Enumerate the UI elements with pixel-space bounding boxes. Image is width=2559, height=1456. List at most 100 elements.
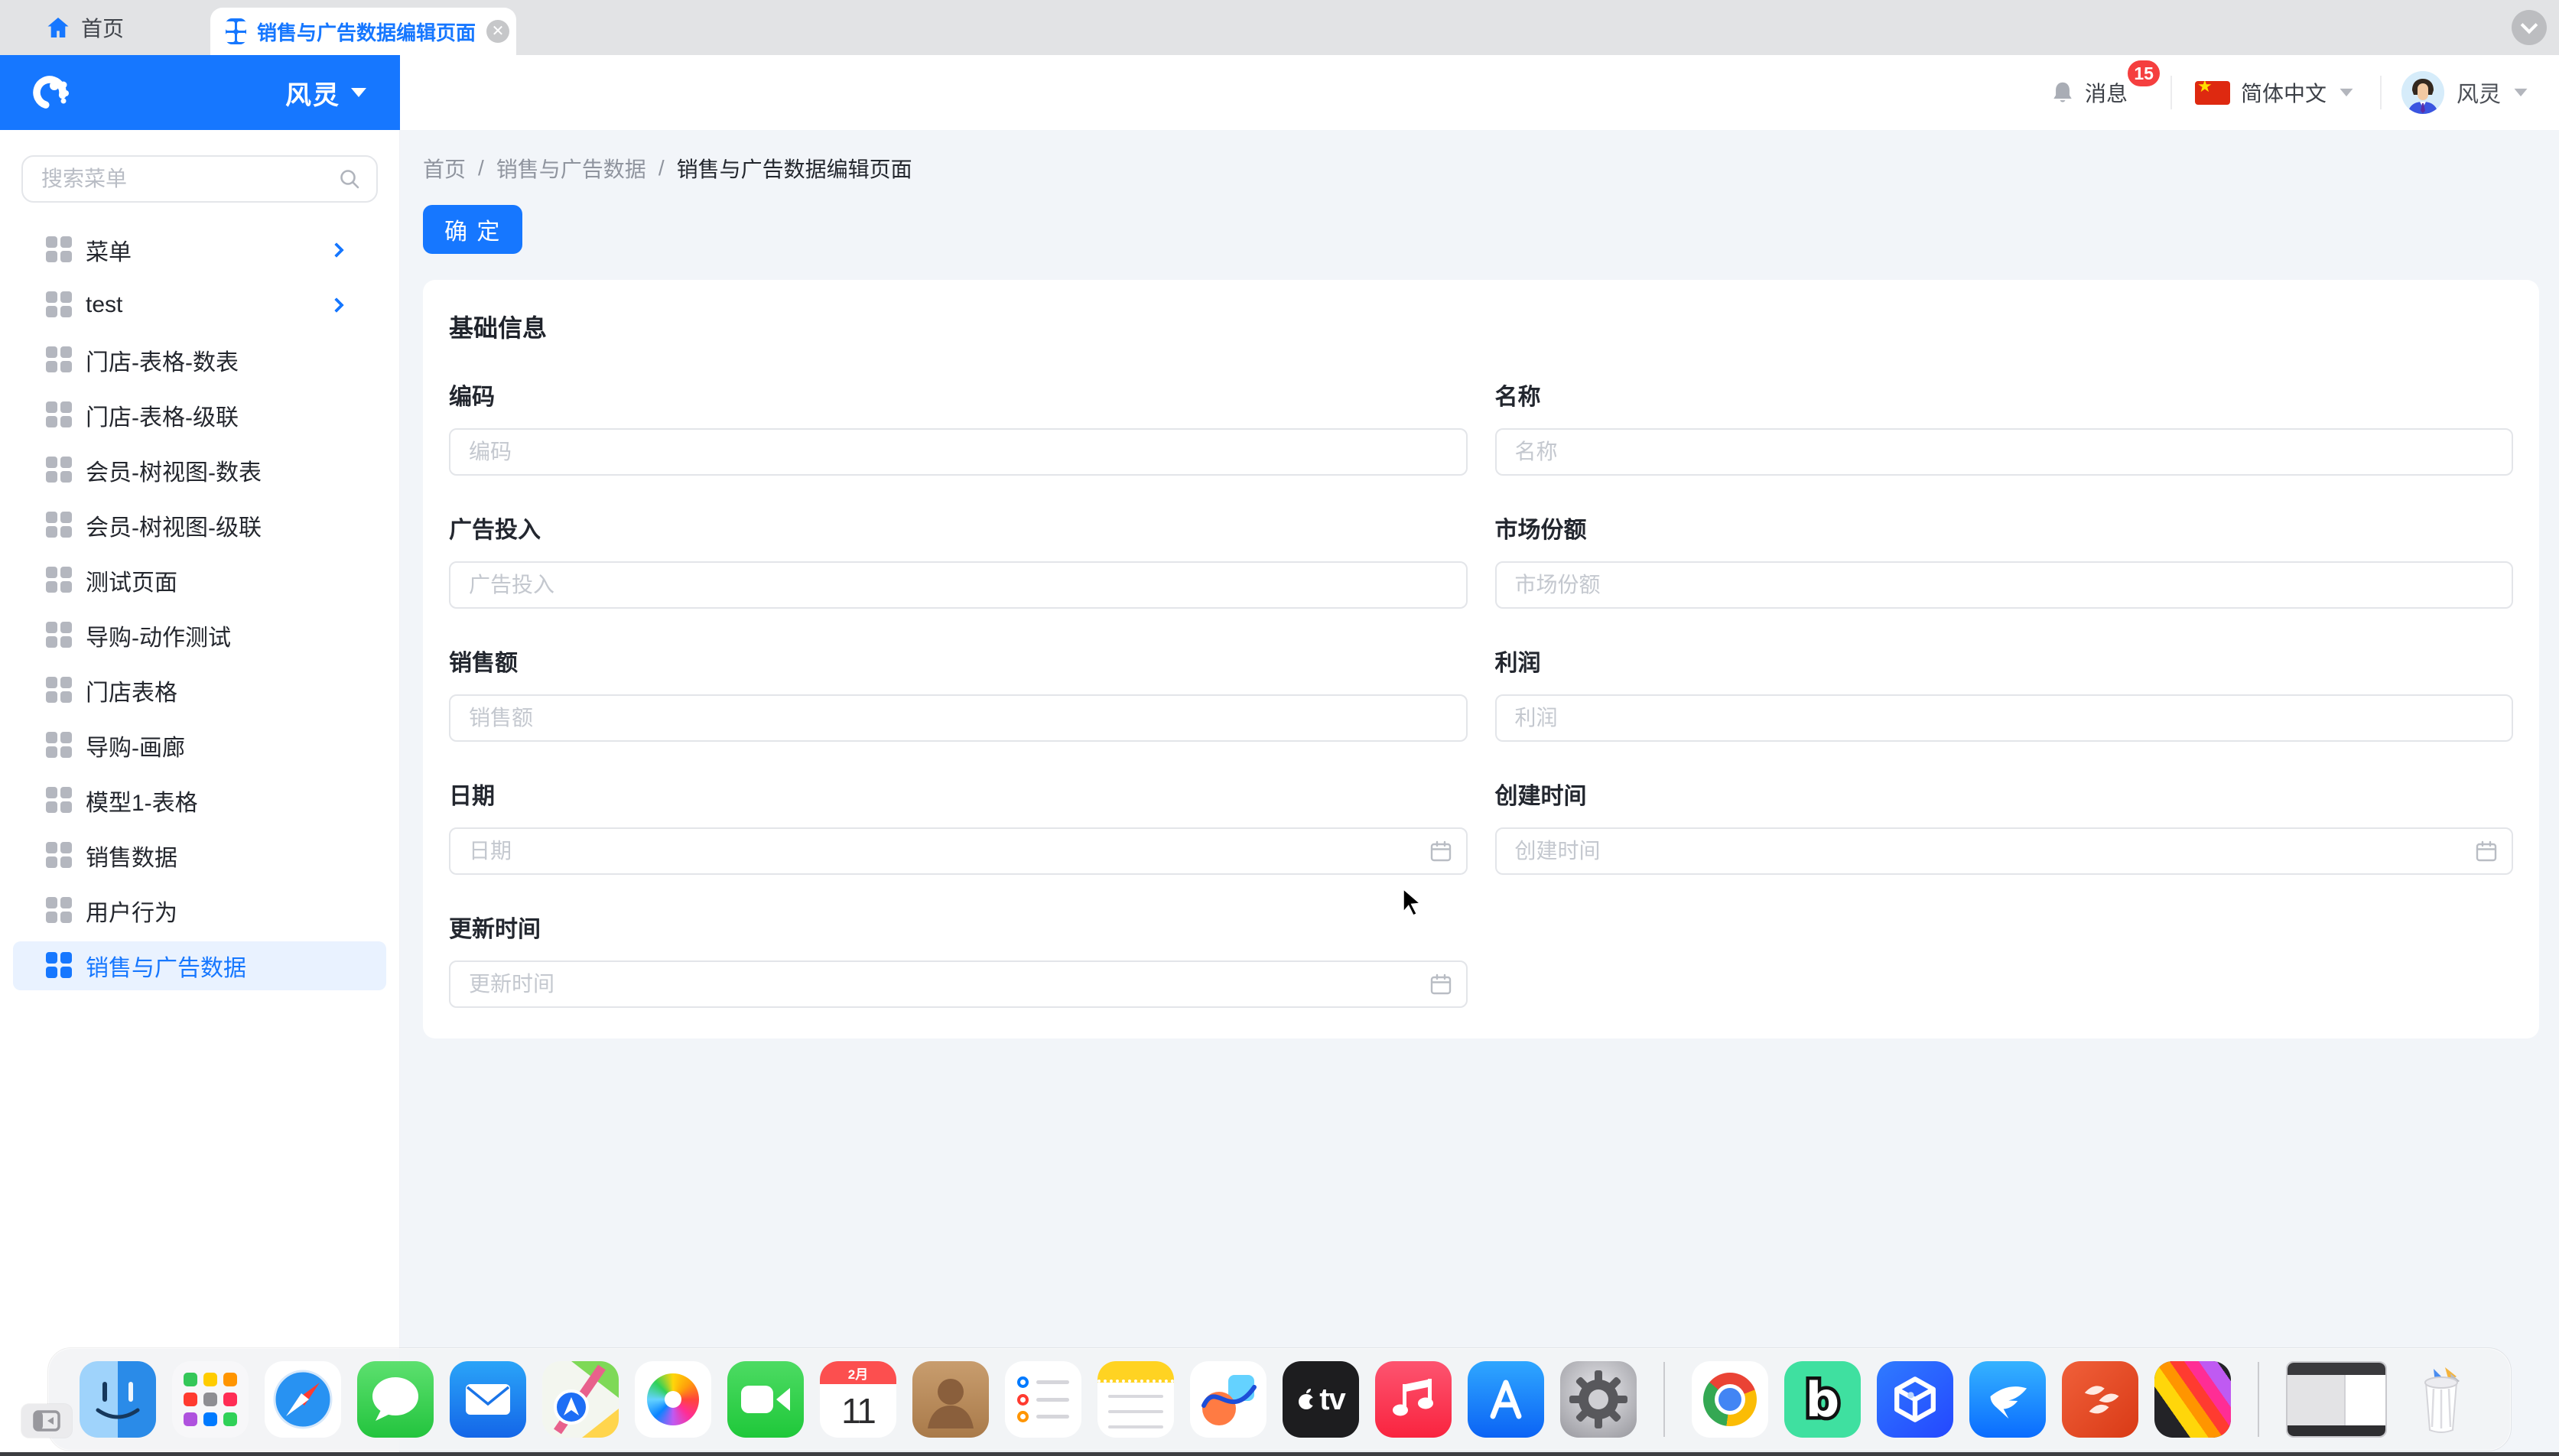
dock-icon-dingtalk[interactable]	[1969, 1361, 2046, 1438]
sidebar-item-sales-ad-data[interactable]: 销售与广告数据	[13, 941, 386, 990]
profit-input[interactable]	[1495, 694, 2514, 742]
dock-icon-messages[interactable]	[357, 1361, 434, 1438]
apple-logo-icon	[1296, 1387, 1316, 1412]
dock-icon-reminders[interactable]	[1005, 1361, 1081, 1438]
dock-divider	[2258, 1362, 2259, 1437]
dock-icon-freeform[interactable]	[1190, 1361, 1266, 1438]
sidebar-item-store-table-sheet[interactable]: 门店-表格-数表	[13, 336, 386, 385]
field-code: 编码	[449, 378, 1468, 476]
breadcrumb-sales-ad-data[interactable]: 销售与广告数据	[496, 153, 646, 184]
dock-icon-orange-petal-app[interactable]	[2062, 1361, 2138, 1438]
tab-overview-button[interactable]	[2512, 10, 2547, 45]
sidebar-item-user-behavior[interactable]: 用户行为	[13, 886, 386, 935]
sidebar-item-sales-data[interactable]: 销售数据	[13, 831, 386, 880]
dock-icon-photos[interactable]	[635, 1361, 711, 1438]
brand-caret-down-icon	[351, 88, 366, 97]
dock-icon-music[interactable]	[1375, 1361, 1452, 1438]
dock-icon-app-store[interactable]	[1468, 1361, 1544, 1438]
dock-icon-launchpad[interactable]	[172, 1361, 249, 1438]
dock-divider	[1663, 1362, 1665, 1437]
sidebar-item-test[interactable]: test	[13, 281, 386, 330]
safari-compass	[265, 1361, 341, 1438]
search-input[interactable]	[41, 167, 338, 191]
dock-minimized-window[interactable]	[2286, 1361, 2387, 1438]
dock-icon-calendar[interactable]: 2月 11	[820, 1361, 896, 1438]
dock-icon-green-b-video[interactable]: b	[1784, 1361, 1861, 1438]
dock-icon-blue-cube-app[interactable]	[1877, 1361, 1953, 1438]
chevron-down-icon	[2521, 16, 2538, 34]
dock-icon-chrome[interactable]	[1692, 1361, 1768, 1438]
app-logo-icon	[29, 72, 70, 113]
username-label: 风灵	[2457, 76, 2501, 109]
chevron-right-icon	[329, 297, 344, 313]
calendar-icon	[1429, 973, 1452, 996]
sidebar-item-member-tree-cascade[interactable]: 会员-树视图-级联	[13, 501, 386, 550]
ad-spend-input[interactable]	[449, 561, 1468, 609]
breadcrumb: 首页 / 销售与广告数据 / 销售与广告数据编辑页面	[400, 130, 2559, 184]
language-selector[interactable]: ★ 简体中文	[2195, 77, 2354, 108]
wing-icon	[1982, 1374, 2033, 1425]
dock-icon-mail[interactable]	[450, 1361, 526, 1438]
appletv-label: tv	[1319, 1383, 1345, 1417]
sidebar-item-guide-action-test[interactable]: 导购-动作测试	[13, 611, 386, 660]
sidebar-item-guide-gallery[interactable]: 导购-画廊	[13, 721, 386, 770]
messages-badge: 15	[2126, 59, 2161, 88]
dock-icon-safari[interactable]	[265, 1361, 341, 1438]
dock-icon-system-settings[interactable]	[1560, 1361, 1637, 1438]
basic-info-card: 基础信息 编码 名称 广告投入 市场份额 销售额	[423, 280, 2539, 1038]
user-menu[interactable]: 风灵	[2401, 71, 2528, 114]
dock-icon-notes[interactable]	[1097, 1361, 1174, 1438]
market-share-input[interactable]	[1495, 561, 2514, 609]
main-content: 首页 / 销售与广告数据 / 销售与广告数据编辑页面 确 定 基础信息 编码 名…	[400, 130, 2559, 1456]
messages-button[interactable]: 消息 15	[2050, 77, 2128, 108]
sales-input[interactable]	[449, 694, 1468, 742]
field-updated-at: 更新时间	[449, 910, 1468, 1008]
edge-panel-toggle-button[interactable]	[21, 1404, 72, 1438]
appstore-a-icon	[1468, 1361, 1544, 1438]
bell-icon	[2050, 80, 2076, 106]
brand-name[interactable]: 风灵	[285, 74, 340, 112]
language-label: 简体中文	[2241, 77, 2327, 108]
dock-icon-finder[interactable]	[80, 1361, 156, 1438]
dock-icon-maps[interactable]	[542, 1361, 619, 1438]
sidebar-item-caidan[interactable]: 菜单	[13, 226, 386, 275]
confirm-button[interactable]: 确 定	[423, 205, 522, 254]
grid-icon	[46, 732, 73, 759]
tab-home[interactable]: 首页	[38, 0, 132, 55]
grid-icon	[46, 622, 73, 649]
sidebar-item-store-table[interactable]: 门店表格	[13, 666, 386, 715]
sidebar-item-store-table-cascade[interactable]: 门店-表格-级联	[13, 391, 386, 440]
dock-icon-apple-tv[interactable]: tv	[1283, 1361, 1359, 1438]
tab-close-icon[interactable]: ✕	[486, 20, 509, 43]
grid-icon	[46, 787, 73, 814]
updated-at-input[interactable]	[449, 960, 1468, 1008]
dock-icon-trash[interactable]	[2403, 1361, 2479, 1438]
freeform-icon	[1190, 1361, 1266, 1438]
field-profit: 利润	[1495, 644, 2514, 742]
music-note-icon	[1375, 1361, 1452, 1438]
sidebar-item-test-page[interactable]: 测试页面	[13, 556, 386, 605]
grid-icon	[46, 567, 73, 594]
petals-icon	[2073, 1372, 2128, 1427]
date-input[interactable]	[449, 827, 1468, 875]
name-input[interactable]	[1495, 428, 2514, 476]
grid-icon	[46, 952, 73, 980]
sidebar-item-model1-table[interactable]: 模型1-表格	[13, 776, 386, 825]
dock-icon-rainbow-stripes-app[interactable]	[2154, 1361, 2231, 1438]
gear-icon	[1560, 1361, 1637, 1438]
maps-icon	[542, 1361, 619, 1438]
breadcrumb-home[interactable]: 首页	[423, 153, 466, 184]
dock-icon-facetime[interactable]	[727, 1361, 804, 1438]
code-input[interactable]	[449, 428, 1468, 476]
tab-active-page[interactable]: 销售与广告数据编辑页面 ✕	[210, 8, 516, 55]
sidebar: 菜单 test 门店-表格-数表 门店-表格-级联 会员-树视图-数表 会员-树…	[0, 130, 400, 1456]
menu-search-box[interactable]	[21, 155, 378, 203]
breadcrumb-separator: /	[478, 156, 484, 180]
messages-label: 消息	[2085, 77, 2128, 108]
grid-icon	[46, 457, 73, 484]
created-at-input[interactable]	[1495, 827, 2514, 875]
calendar-day: 11	[820, 1384, 896, 1438]
grid-icon	[46, 897, 73, 925]
dock-icon-contacts[interactable]	[912, 1361, 989, 1438]
sidebar-item-member-tree-sheet[interactable]: 会员-树视图-数表	[13, 446, 386, 495]
